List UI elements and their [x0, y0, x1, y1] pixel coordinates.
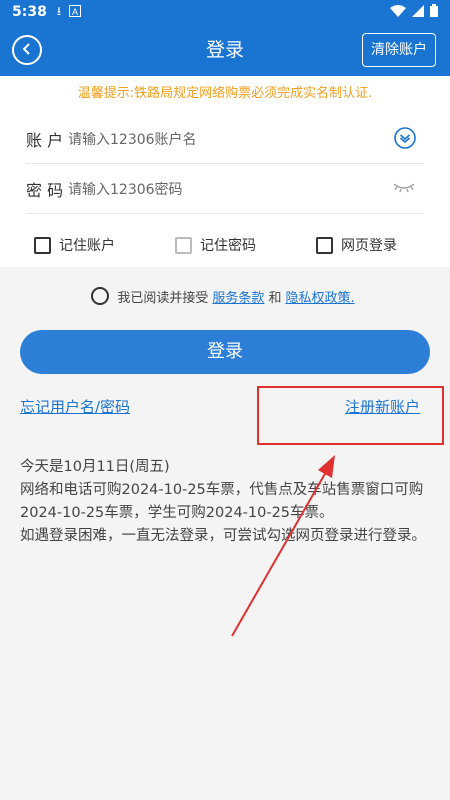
web-login-label: 网页登录 [341, 238, 397, 254]
clear-account-button[interactable]: 清除账户 [362, 33, 436, 67]
remember-account-label: 记住账户 [59, 238, 115, 254]
agree-prefix: 我已阅读并接受 [117, 290, 209, 306]
eye-closed-icon[interactable] [392, 180, 416, 199]
info-login-tip: 如遇登录困难，一直无法登录，可尝试勾选网页登录进行登录。 [20, 528, 426, 544]
highlight-box [257, 386, 444, 445]
login-form: 账 户 请输入12306账户名 密 码 请输入12306密码 记住账户 记住密码… [0, 112, 450, 267]
letter-a-icon: A [69, 4, 82, 20]
privacy-link[interactable]: 隐私权政策. [285, 287, 354, 306]
signal-icon [412, 4, 424, 20]
account-label: 账 户 [26, 130, 64, 150]
battery-icon [430, 4, 438, 20]
checkbox-icon [316, 236, 333, 254]
status-time: 5:38 [12, 4, 47, 20]
options-row: 记住账户 记住密码 网页登录 [0, 224, 450, 266]
forgot-password-link[interactable]: 忘记用户名/密码 [20, 396, 130, 417]
checkbox-icon [34, 236, 51, 254]
agree-radio[interactable] [91, 287, 110, 305]
info-ticket-dates: 网络和电话可购2024-10-25车票，代售点及车站售票窗口可购2024-10-… [20, 482, 424, 521]
account-field[interactable]: 账 户 请输入12306账户名 [26, 114, 424, 164]
wifi-icon [390, 4, 406, 20]
web-login-checkbox[interactable]: 网页登录 [316, 235, 397, 255]
app-bar: 登录 清除账户 [0, 24, 450, 76]
notice-banner: 温馨提示:铁路局规定网络购票必须完成实名制认证. [0, 76, 450, 112]
password-label: 密 码 [26, 180, 64, 200]
login-button[interactable]: 登录 [20, 330, 430, 374]
password-input[interactable]: 请输入12306密码 [68, 179, 183, 199]
account-input[interactable]: 请输入12306账户名 [68, 129, 197, 149]
agree-and: 和 [268, 290, 282, 306]
terms-link[interactable]: 服务条款 [212, 287, 264, 306]
info-text: 今天是10月11日(周五) 网络和电话可购2024-10-25车票，代售点及车站… [20, 456, 440, 548]
svg-text:A: A [72, 7, 78, 17]
download-icon: ⭳ [56, 3, 62, 18]
agreement-row: 我已阅读并接受 服务条款 和 隐私权政策. [0, 284, 450, 308]
checkbox-icon [175, 236, 192, 254]
status-bar: 5:38 ⭳ A [0, 0, 450, 24]
remember-password-checkbox[interactable]: 记住密码 [175, 235, 256, 255]
info-date: 今天是10月11日(周五) [20, 459, 170, 475]
password-field[interactable]: 密 码 请输入12306密码 [26, 164, 424, 214]
remember-account-checkbox[interactable]: 记住账户 [34, 235, 115, 255]
remember-password-label: 记住密码 [200, 238, 256, 254]
chevron-down-circle-icon[interactable] [394, 127, 416, 153]
